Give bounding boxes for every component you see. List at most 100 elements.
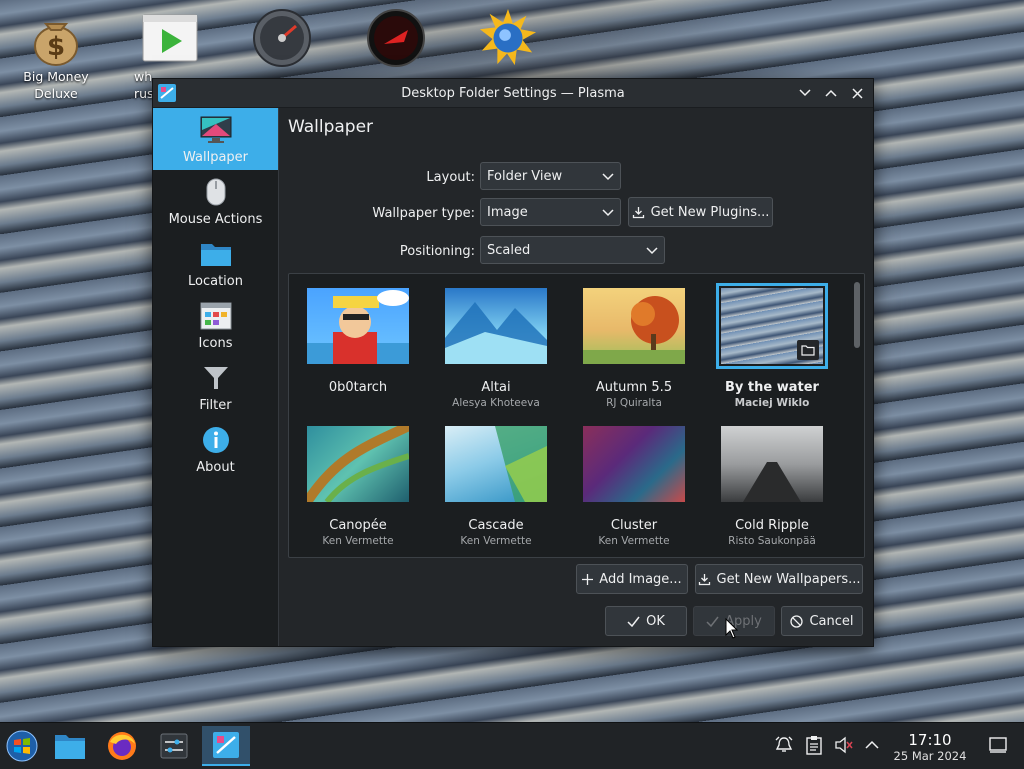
download-icon	[632, 206, 644, 218]
wallpaper-author: Ken Vermette	[322, 535, 394, 547]
scrollbar-handle[interactable]	[854, 282, 860, 348]
checkmark-icon	[627, 616, 640, 627]
positioning-label: Positioning:	[399, 244, 475, 259]
positioning-combo[interactable]: Scaled	[480, 236, 665, 264]
layout-label: Layout:	[426, 170, 475, 185]
clock-date: 25 Mar 2024	[893, 749, 967, 763]
minimize-button[interactable]	[795, 83, 815, 103]
clock[interactable]: 17:10 25 Mar 2024	[888, 731, 972, 763]
wallpaper-name: Canopée	[329, 518, 387, 533]
wallpaper-item-cascade[interactable]: Cascade Ken Vermette	[431, 412, 561, 547]
chevron-down-icon	[799, 89, 811, 97]
file-manager-icon	[55, 735, 85, 759]
open-folder-button[interactable]	[797, 340, 819, 360]
desktop-icon-big-money[interactable]: $ Big Money Deluxe	[16, 8, 96, 102]
get-new-wallpapers-label: Get New Wallpapers...	[716, 571, 861, 587]
firefox-icon	[108, 732, 136, 760]
window-title: Desktop Folder Settings — Plasma	[401, 85, 625, 101]
chevron-down-icon	[602, 209, 614, 217]
wallpaper-thumbnail	[445, 426, 547, 502]
plasma-settings-button[interactable]	[202, 726, 250, 766]
icons-grid-icon	[199, 299, 233, 333]
sidebar-item-wallpaper[interactable]: Wallpaper	[153, 108, 278, 170]
wallpaper-type-combo[interactable]: Image	[480, 198, 621, 226]
speedometer-icon	[252, 8, 312, 68]
wallpaper-name: Altai	[481, 380, 511, 395]
layout-value: Folder View	[487, 168, 563, 184]
titlebar[interactable]: Desktop Folder Settings — Plasma	[153, 79, 873, 108]
start-menu-button[interactable]	[2, 726, 42, 766]
wallpaper-author: Maciej Wiklo	[734, 397, 810, 409]
sidebar-item-label: Filter	[199, 398, 232, 413]
sidebar-item-location[interactable]: Location	[153, 232, 278, 294]
monitor-icon	[199, 113, 233, 147]
sidebar-item-filter[interactable]: Filter	[153, 356, 278, 418]
get-new-plugins-button[interactable]: Get New Plugins...	[628, 197, 773, 227]
get-new-wallpapers-button[interactable]: Get New Wallpapers...	[695, 564, 863, 594]
wallpaper-name: By the water	[725, 380, 819, 395]
content-area: Wallpaper Layout: Folder View Wallpaper …	[279, 108, 873, 646]
clipboard-icon	[806, 736, 822, 755]
desktop-icon-sun-globe[interactable]	[468, 8, 548, 68]
close-button[interactable]	[847, 83, 867, 103]
sidebar-item-about[interactable]: About	[153, 418, 278, 480]
folder-icon	[801, 344, 815, 356]
desktop-icon-red-gauge[interactable]	[356, 8, 436, 68]
ok-button[interactable]: OK	[605, 606, 687, 636]
wallpaper-author: Risto Saukonpää	[728, 535, 816, 547]
settings-icon	[160, 733, 188, 759]
red-gauge-icon	[366, 8, 426, 68]
settings-button[interactable]	[154, 726, 194, 766]
plasma-settings-icon	[213, 732, 239, 758]
wallpaper-author: Alesya Khoteeva	[452, 397, 540, 409]
wallpaper-item-cold-ripple[interactable]: Cold Ripple Risto Saukonpää	[707, 412, 837, 547]
wallpaper-thumbnail	[721, 426, 823, 502]
show-desktop-button[interactable]	[986, 733, 1010, 757]
plasma-settings-icon	[157, 83, 177, 103]
wallpaper-item-altai[interactable]: Altai Alesya Khoteeva	[431, 274, 561, 409]
settings-window: Desktop Folder Settings — Plasma Wallpap…	[152, 78, 874, 647]
add-image-button[interactable]: Add Image...	[576, 564, 688, 594]
close-icon	[851, 87, 863, 99]
tray-expand-button[interactable]	[860, 733, 884, 757]
sidebar-item-icons[interactable]: Icons	[153, 294, 278, 356]
sidebar-item-label: Mouse Actions	[168, 212, 263, 227]
money-bag-icon: $	[26, 8, 86, 68]
get-new-plugins-label: Get New Plugins...	[650, 204, 770, 220]
maximize-button[interactable]	[821, 83, 841, 103]
ok-label: OK	[646, 613, 665, 629]
download-icon	[698, 573, 710, 585]
sun-globe-icon	[478, 8, 538, 68]
grid-scrollbar[interactable]	[850, 274, 864, 557]
wallpaper-thumbnail	[302, 421, 412, 505]
svg-text:$: $	[47, 32, 65, 62]
wallpaper-item-cluster[interactable]: Cluster Ken Vermette	[569, 412, 699, 547]
wallpaper-item-autumn[interactable]: Autumn 5.5 RJ Quiralta	[569, 274, 699, 409]
notifications-button[interactable]	[772, 733, 796, 757]
mouse-icon	[199, 175, 233, 209]
sidebar-item-mouse-actions[interactable]: Mouse Actions	[153, 170, 278, 232]
clipboard-button[interactable]	[802, 733, 826, 757]
volume-button[interactable]	[832, 733, 856, 757]
layout-combo[interactable]: Folder View	[480, 162, 621, 190]
info-icon	[199, 423, 233, 457]
wallpaper-name: Cold Ripple	[735, 518, 809, 533]
wallpaper-name: Autumn 5.5	[595, 380, 673, 395]
cancel-button[interactable]: Cancel	[781, 606, 863, 636]
wallpaper-thumbnail	[716, 283, 828, 369]
start-menu-icon	[6, 730, 38, 762]
folder-icon	[199, 237, 233, 271]
sidebar-item-label: Icons	[198, 336, 233, 351]
firefox-button[interactable]	[102, 726, 142, 766]
wallpaper-type-value: Image	[487, 204, 528, 220]
file-manager-button[interactable]	[50, 726, 90, 766]
positioning-value: Scaled	[487, 242, 531, 258]
wallpaper-name: 0b0tarch	[328, 380, 388, 395]
wallpaper-item-by-the-water[interactable]: By the water Maciej Wiklo	[707, 274, 837, 409]
wallpaper-item-canopee[interactable]: Canopée Ken Vermette	[293, 412, 423, 547]
wallpaper-item-0b0tarch[interactable]: 0b0tarch	[293, 274, 423, 404]
clock-time: 17:10	[908, 731, 952, 749]
chevron-down-icon	[602, 173, 614, 181]
desktop-icon-speedometer[interactable]	[242, 8, 322, 68]
wallpaper-grid: 0b0tarch Altai Alesya Khoteeva Autumn 5.…	[288, 273, 865, 558]
